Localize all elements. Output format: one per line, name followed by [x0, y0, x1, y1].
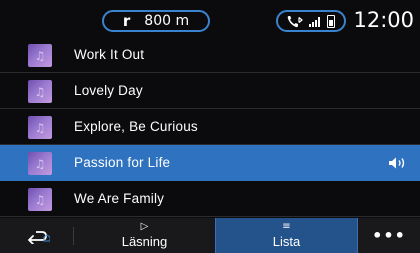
signal-icon	[309, 16, 321, 27]
back-button[interactable]	[0, 218, 74, 253]
media-screen: r 800 m 12:00 ♫ Work It Out ♫ Lovely Day…	[0, 0, 420, 253]
album-art-icon: ♫	[28, 188, 52, 211]
turn-right-icon: r	[122, 11, 131, 30]
list-item[interactable]: ♫ Work It Out	[0, 37, 420, 73]
battery-icon	[326, 14, 335, 28]
track-title: We Are Family	[74, 191, 165, 206]
tab-lasning[interactable]: ▷ Läsning	[74, 218, 215, 253]
track-title: Work It Out	[74, 47, 145, 62]
track-title: Explore, Be Curious	[74, 119, 198, 134]
phone-bluetooth-icon	[287, 15, 304, 27]
track-title: Passion for Life	[74, 155, 171, 170]
tab-lista[interactable]: ≡ Lista	[215, 218, 358, 253]
phone-status-pill[interactable]	[276, 10, 346, 32]
list-icon: ≡	[282, 221, 291, 232]
album-art-icon: ♫	[28, 80, 52, 103]
list-item[interactable]: ♫ Explore, Be Curious	[0, 109, 420, 145]
list-item[interactable]: ♫ Lovely Day	[0, 73, 420, 109]
bottom-bar: ▷ Läsning ≡ Lista •••	[0, 218, 420, 253]
speaker-playing-icon	[389, 157, 405, 169]
tab-label: Läsning	[121, 234, 168, 249]
list-item-active[interactable]: ♫ Passion for Life	[0, 145, 420, 181]
list-item[interactable]: ♫ We Are Family	[0, 181, 420, 217]
track-title: Lovely Day	[74, 83, 143, 98]
album-art-icon: ♫	[28, 152, 52, 175]
tab-label: Lista	[272, 234, 301, 249]
back-arrow-icon	[28, 230, 50, 244]
navigation-distance: 800 m	[144, 13, 190, 29]
album-art-icon: ♫	[28, 44, 52, 67]
status-bar: r 800 m 12:00	[0, 0, 420, 37]
more-button[interactable]: •••	[358, 218, 420, 253]
play-icon: ▷	[140, 221, 149, 232]
clock: 12:00	[353, 8, 414, 32]
more-dots-icon: •••	[372, 226, 406, 245]
album-art-icon: ♫	[28, 116, 52, 139]
navigation-pill[interactable]: r 800 m	[102, 10, 210, 32]
track-list: ♫ Work It Out ♫ Lovely Day ♫ Explore, Be…	[0, 37, 420, 217]
